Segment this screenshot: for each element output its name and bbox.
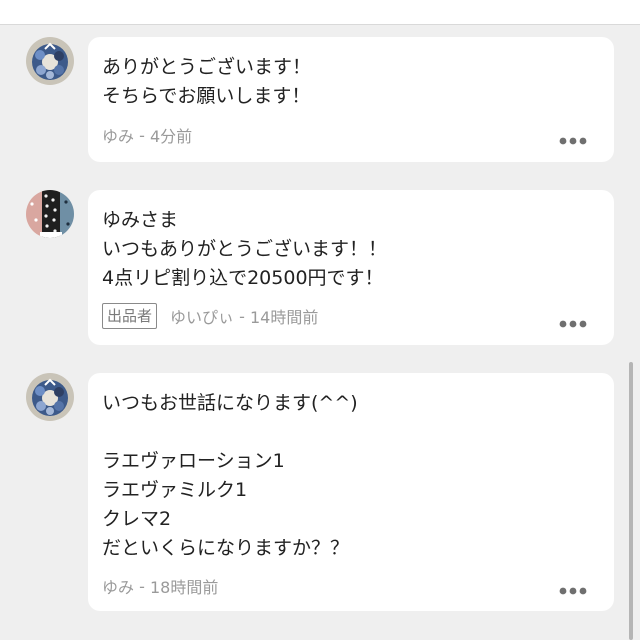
more-options-icon[interactable] — [558, 586, 588, 596]
comment-meta: ゆみ - 18時間前 — [102, 574, 218, 598]
comment-author: ゆみ — [102, 127, 135, 146]
wreath-avatar-icon[interactable] — [26, 37, 74, 85]
comment-bubble: ゆみさま いつもありがとうございます！！ 4点リピ割り込で20500円です！ 出… — [88, 190, 614, 345]
more-options-icon[interactable] — [558, 136, 588, 146]
comment-text: ありがとうございます！ そちらでお願いします！ — [102, 56, 312, 107]
comment-author: ゆいぴぃ — [170, 308, 235, 327]
comment-text: ゆみさま いつもありがとうございます！！ 4点リピ割り込で20500円です！ — [102, 209, 388, 289]
comment-text: いつもお世話になります(^^) ラエヴァローション1 ラエヴァミルク1 クレマ2… — [102, 392, 358, 559]
meta-separator: - — [134, 125, 150, 145]
comment-author: ゆみ — [102, 578, 135, 597]
comment-list[interactable]: ありがとうございます！ そちらでお願いします！ ゆみ - 4分前 ゆみさま いつ… — [0, 25, 640, 640]
meta-separator: - — [234, 306, 250, 326]
comment-time: 4分前 — [149, 127, 193, 146]
scrollbar[interactable] — [629, 362, 633, 640]
meta-separator: - — [134, 576, 150, 596]
comment-bubble: ありがとうございます！ そちらでお願いします！ ゆみ - 4分前 — [88, 37, 614, 162]
comment-bubble: いつもお世話になります(^^) ラエヴァローション1 ラエヴァミルク1 クレマ2… — [88, 373, 614, 611]
wreath-avatar-icon[interactable] — [26, 373, 74, 421]
comment-meta: 出品者 ゆいぴぃ - 14時間前 — [102, 303, 318, 329]
more-options-icon[interactable] — [558, 319, 588, 329]
comment-time: 18時間前 — [149, 578, 219, 597]
seller-badge: 出品者 — [102, 303, 158, 329]
comment-time: 14時間前 — [249, 308, 319, 327]
comment-meta: ゆみ - 4分前 — [102, 123, 192, 147]
top-bar — [0, 0, 640, 25]
polka-dot-pouches-avatar-icon[interactable] — [26, 190, 74, 238]
